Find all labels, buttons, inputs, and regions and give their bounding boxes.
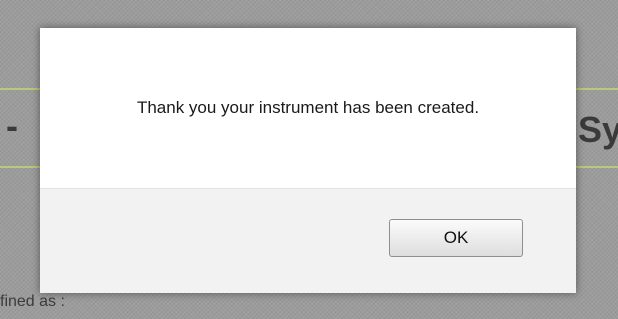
alert-dialog: Thank you your instrument has been creat…	[40, 28, 576, 293]
ok-button[interactable]: OK	[389, 219, 523, 257]
background-partial-text: fined as :	[0, 293, 65, 310]
dialog-message: Thank you your instrument has been creat…	[136, 98, 480, 117]
background-title-right: Sy	[578, 109, 618, 150]
background-title-left: -	[6, 105, 18, 146]
dialog-footer: OK	[40, 188, 576, 293]
